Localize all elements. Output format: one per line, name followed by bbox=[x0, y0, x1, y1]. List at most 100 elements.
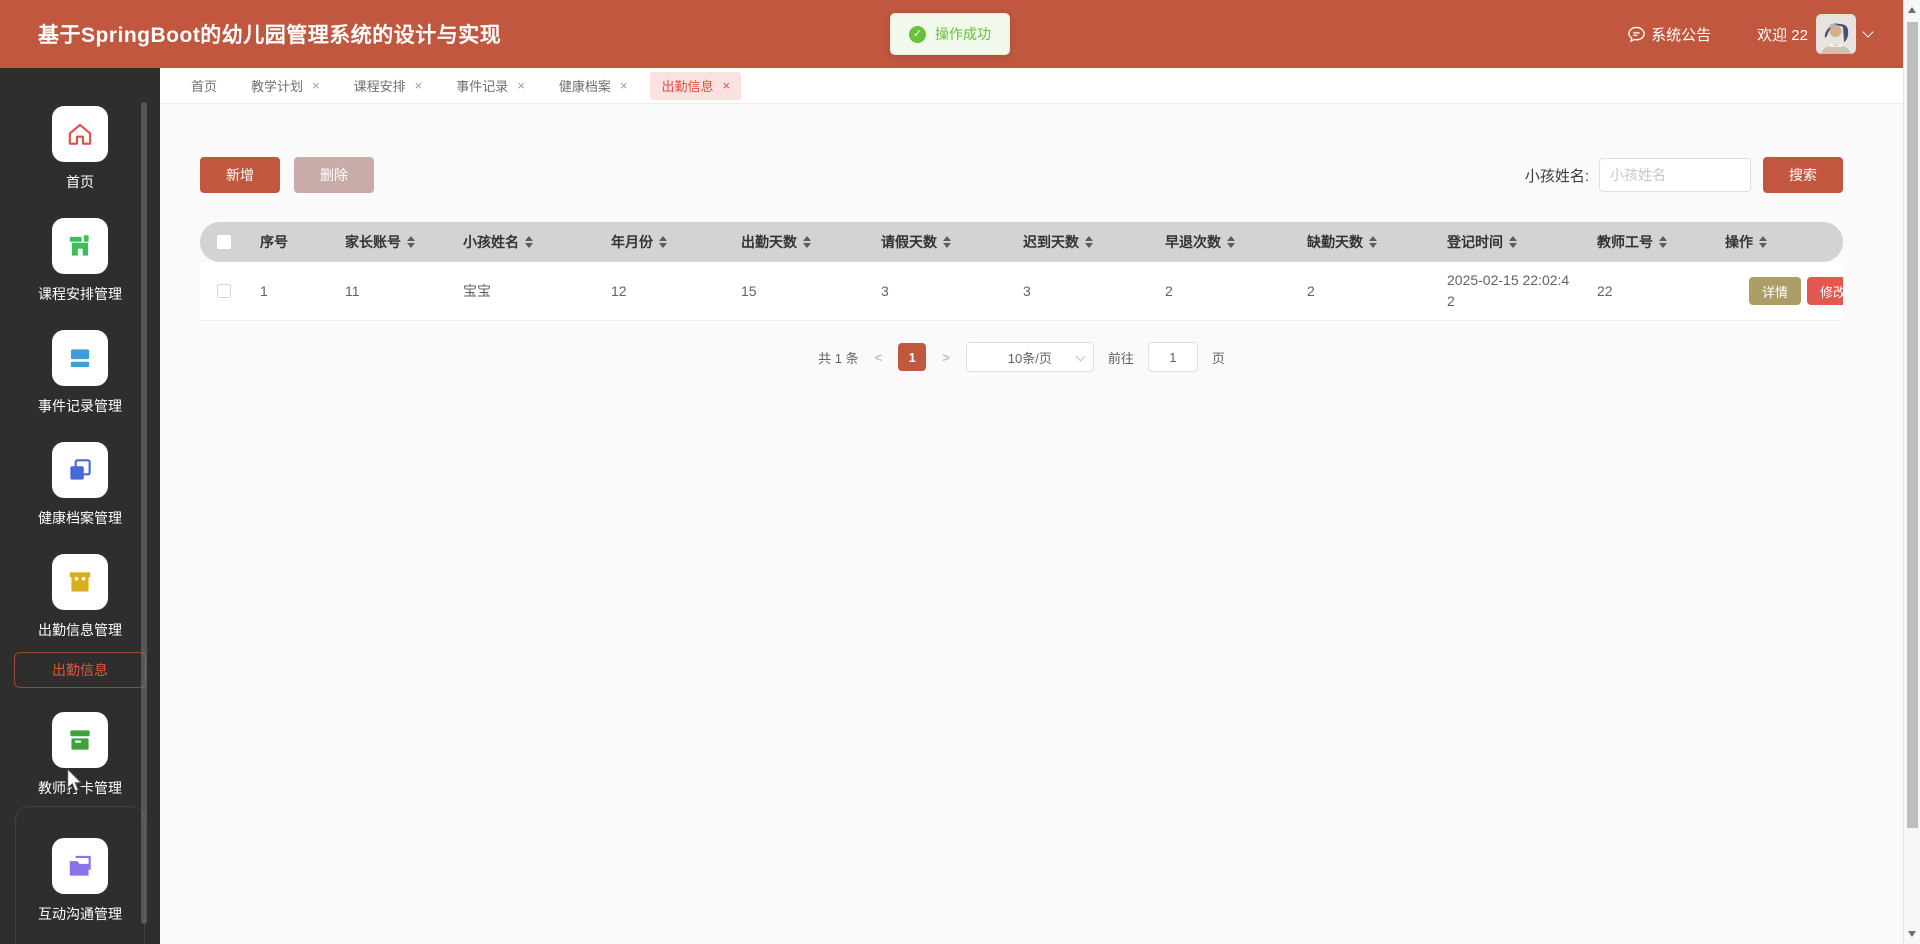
row-checkbox[interactable] bbox=[217, 284, 231, 298]
sidebar-item-attendance[interactable]: 出勤信息管理 bbox=[0, 554, 160, 640]
col-absent-days[interactable]: 缺勤天数 bbox=[1295, 232, 1435, 252]
sort-icon[interactable] bbox=[803, 236, 811, 248]
prev-page-button[interactable]: < bbox=[873, 350, 885, 365]
col-label: 登记时间 bbox=[1447, 234, 1503, 250]
cell-actions: 详情 修改 bbox=[1713, 277, 1843, 305]
col-leave-days[interactable]: 请假天数 bbox=[869, 232, 1011, 252]
cell-parent-account: 11 bbox=[345, 283, 360, 299]
sort-icon[interactable] bbox=[1659, 236, 1667, 248]
sort-icon[interactable] bbox=[943, 236, 951, 248]
chevron-down-icon bbox=[1075, 351, 1086, 362]
sidebar-item-label: 教师打卡管理 bbox=[38, 780, 122, 796]
archive-box-icon bbox=[52, 712, 108, 768]
attendance-table: 序号 家长账号 小孩姓名 年月份 出勤天数 请假天数 迟到天数 早退次数 缺勤天… bbox=[200, 222, 1843, 321]
tab-course[interactable]: 课程安排 × bbox=[343, 72, 434, 100]
cell-teacher-no: 22 bbox=[1597, 283, 1613, 299]
search-input[interactable] bbox=[1599, 158, 1751, 192]
edit-button[interactable]: 修改 bbox=[1807, 277, 1843, 305]
cell-leave-days: 3 bbox=[881, 283, 889, 299]
sidebar-item-label: 首页 bbox=[66, 174, 94, 190]
sort-icon[interactable] bbox=[659, 236, 667, 248]
page-size-select[interactable]: 10条/页 bbox=[965, 342, 1094, 372]
chat-bubble-icon bbox=[1627, 25, 1646, 44]
cell-attend-days: 15 bbox=[741, 283, 757, 299]
shop-icon bbox=[52, 554, 108, 610]
sidebar-item-home[interactable]: 首页 bbox=[0, 106, 160, 192]
success-check-icon: ✓ bbox=[909, 25, 926, 43]
cards-icon bbox=[52, 330, 108, 386]
tab-close-icon[interactable]: × bbox=[415, 79, 423, 92]
sidebar-item-label: 出勤信息管理 bbox=[38, 622, 122, 638]
tab-home[interactable]: 首页 bbox=[180, 72, 228, 100]
col-attend-days[interactable]: 出勤天数 bbox=[729, 232, 869, 252]
announcement-link[interactable]: 系统公告 bbox=[1627, 24, 1711, 45]
sort-icon[interactable] bbox=[1227, 236, 1235, 248]
cell-absent-days: 2 bbox=[1307, 283, 1315, 299]
user-menu-chevron-icon[interactable] bbox=[1862, 26, 1874, 38]
tab-label: 健康档案 bbox=[558, 79, 611, 94]
sidebar-item-event[interactable]: 事件记录管理 bbox=[0, 330, 160, 416]
sidebar-item-label: 互动沟通管理 bbox=[38, 906, 122, 922]
sidebar-submenu-attendance-info[interactable]: 出勤信息 bbox=[14, 652, 146, 688]
col-child-name[interactable]: 小孩姓名 bbox=[451, 232, 599, 252]
col-label: 家长账号 bbox=[345, 234, 401, 250]
tab-close-icon[interactable]: × bbox=[312, 79, 320, 92]
welcome-text: 欢迎 22 bbox=[1757, 26, 1808, 44]
scroll-up-arrow-icon[interactable] bbox=[1908, 7, 1916, 13]
sidebar-item-course[interactable]: 课程安排管理 bbox=[0, 218, 160, 304]
tab-label: 课程安排 bbox=[353, 79, 406, 94]
sort-icon[interactable] bbox=[407, 236, 415, 248]
cell-early-leave: 2 bbox=[1165, 283, 1173, 299]
goto-page-input[interactable] bbox=[1147, 342, 1198, 372]
tab-teaching-plan[interactable]: 教学计划 × bbox=[240, 72, 331, 100]
tab-health[interactable]: 健康档案 × bbox=[548, 72, 639, 100]
sort-icon[interactable] bbox=[1085, 236, 1093, 248]
table-row: 1 11 宝宝 12 15 3 3 2 2 2025-02-15 22:02:4… bbox=[200, 262, 1843, 321]
sort-icon[interactable] bbox=[1369, 236, 1377, 248]
cell-child-name: 宝宝 bbox=[463, 283, 491, 299]
tab-attendance-active[interactable]: 出勤信息 × bbox=[650, 71, 742, 100]
home-icon bbox=[52, 106, 108, 162]
table-header-row: 序号 家长账号 小孩姓名 年月份 出勤天数 请假天数 迟到天数 早退次数 缺勤天… bbox=[200, 222, 1843, 262]
tab-event[interactable]: 事件记录 × bbox=[445, 72, 536, 100]
add-button[interactable]: 新增 bbox=[200, 157, 280, 193]
col-label: 早退次数 bbox=[1165, 234, 1221, 250]
sidebar-item-communication[interactable]: 互动沟通管理 bbox=[0, 838, 160, 924]
page-number-button[interactable]: 1 bbox=[898, 343, 927, 371]
avatar[interactable] bbox=[1816, 14, 1856, 54]
col-month[interactable]: 年月份 bbox=[599, 232, 729, 252]
sort-icon[interactable] bbox=[1509, 236, 1517, 248]
sort-icon[interactable] bbox=[1759, 236, 1767, 248]
cell-late-days: 3 bbox=[1023, 283, 1031, 299]
search-button[interactable]: 搜索 bbox=[1763, 157, 1843, 193]
sidebar-scrollbar[interactable] bbox=[141, 102, 147, 924]
col-parent-account[interactable]: 家长账号 bbox=[333, 232, 451, 252]
detail-button[interactable]: 详情 bbox=[1749, 277, 1801, 305]
page-scrollbar[interactable] bbox=[1903, 0, 1920, 944]
store-icon bbox=[52, 218, 108, 274]
scroll-down-arrow-icon[interactable] bbox=[1908, 931, 1916, 937]
sidebar-item-health[interactable]: 健康档案管理 bbox=[0, 442, 160, 528]
sidebar-item-teacher-punch[interactable]: 教师打卡管理 bbox=[0, 712, 160, 798]
sort-icon[interactable] bbox=[525, 236, 533, 248]
col-teacher-no[interactable]: 教师工号 bbox=[1585, 232, 1713, 252]
search-group: 小孩姓名: 搜索 bbox=[1525, 157, 1843, 193]
tab-close-icon[interactable]: × bbox=[517, 79, 525, 92]
scrollbar-thumb[interactable] bbox=[1907, 22, 1918, 828]
folder-icon bbox=[52, 838, 108, 894]
col-record-time[interactable]: 登记时间 bbox=[1435, 232, 1585, 252]
col-label: 请假天数 bbox=[881, 234, 937, 250]
search-label: 小孩姓名: bbox=[1524, 167, 1589, 185]
row-select-cell bbox=[200, 284, 248, 298]
next-page-button[interactable]: > bbox=[940, 350, 952, 365]
cell-record-time: 2025-02-15 22:02:42 bbox=[1447, 272, 1570, 309]
goto-label: 前往 bbox=[1107, 350, 1134, 366]
tab-close-icon[interactable]: × bbox=[722, 79, 730, 92]
col-seq: 序号 bbox=[248, 232, 333, 252]
delete-button[interactable]: 删除 bbox=[294, 157, 374, 193]
col-early-leave[interactable]: 早退次数 bbox=[1153, 232, 1295, 252]
col-actions[interactable]: 操作 bbox=[1713, 232, 1843, 252]
select-all-checkbox[interactable] bbox=[217, 235, 231, 249]
col-late-days[interactable]: 迟到天数 bbox=[1011, 232, 1153, 252]
tab-close-icon[interactable]: × bbox=[620, 79, 628, 92]
